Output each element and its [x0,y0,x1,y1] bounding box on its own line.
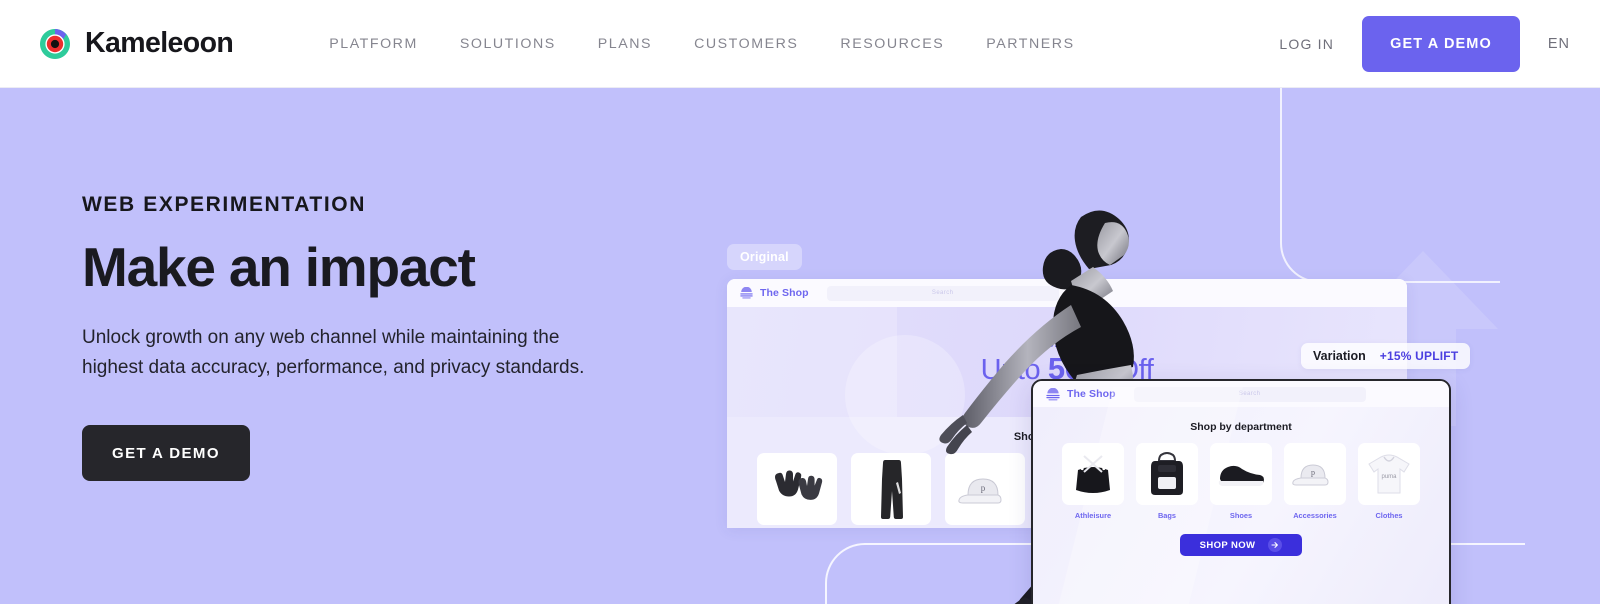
the-shop-logo: The Shop [739,287,809,299]
header-actions: LOG IN GET A DEMO EN [1279,15,1582,72]
hoodie-photo-icon: puma [1358,443,1420,505]
curved-line-decoration-top [1280,88,1500,283]
sneaker-photo-icon [1210,443,1272,505]
variation-mockup: The Shop Search Shop by department Athle… [1031,379,1451,604]
variation-product-row: Athleisure Bags Shoes p Accessories puma… [1033,443,1449,520]
nav-item-resources[interactable]: RESOURCES [840,36,944,52]
gym-gloves-photo-icon [757,453,837,525]
the-shop-name-variation: The Shop [1067,388,1116,400]
product-label: Accessories [1293,511,1337,520]
nav-item-plans[interactable]: PLANS [598,36,652,52]
hero-copy: WEB EXPERIMENTATION Make an impact Unloc… [82,193,682,482]
the-shop-name-original: The Shop [760,287,809,299]
product-card[interactable]: Athleisure [1062,443,1124,520]
kameleoon-target-logo-icon [36,25,74,63]
product-card[interactable]: Shoes [1210,443,1272,520]
shop-now-label: SHOP NOW [1199,539,1256,551]
variation-badge: Variation +15% UPLIFT [1301,343,1471,369]
product-card[interactable]: Athleisure [851,453,931,528]
arrow-right-icon [1268,538,1283,552]
cap-photo-icon: p [1284,443,1346,505]
product-card[interactable]: p Accessories [1284,443,1346,520]
product-label: Shoes [1229,511,1253,520]
hero-eyebrow: WEB EXPERIMENTATION [82,193,366,216]
original-badge: Original [727,244,802,270]
variation-body: Shop by department Athleisure Bags Shoes… [1033,407,1449,604]
svg-text:puma: puma [1381,474,1397,480]
product-card[interactable]: puma Clothes [1358,443,1420,520]
nav-item-platform[interactable]: PLATFORM [329,36,418,52]
product-label: Bags [1157,511,1177,520]
login-link[interactable]: LOG IN [1279,36,1334,52]
page-title: Make an impact [82,236,476,298]
get-a-demo-button-header[interactable]: GET A DEMO [1362,15,1520,72]
hero-section: WEB EXPERIMENTATION Make an impact Unloc… [0,88,1600,604]
mockup-topbar-original: The Shop Search [727,279,1407,307]
leggings-photo-icon [851,453,931,525]
hero-subtitle: Unlock growth on any web channel while m… [82,327,585,379]
product-card[interactable]: Gym equipment [757,453,837,528]
department-title-variation: Shop by department [1190,421,1292,433]
product-card[interactable]: p Accessories [945,453,1025,528]
sales-label-original: SALES [1046,337,1088,350]
uplift-status-badge: +15% UPLIFT [1379,349,1459,363]
variation-label: Variation [1313,349,1366,363]
get-a-demo-button-hero[interactable]: GET A DEMO [82,425,250,482]
shop-now-button[interactable]: SHOP NOW [1180,534,1302,556]
backpack-photo-icon [1136,443,1198,505]
product-label: Athleisure [1074,511,1112,520]
nav-item-partners[interactable]: PARTNERS [986,36,1074,52]
product-card[interactable]: Bags [1136,443,1198,520]
search-placeholder-original: Search [931,290,954,296]
logo-wordmark: Kameleoon [85,27,234,59]
main-navigation: PLATFORM SOLUTIONS PLANS CUSTOMERS RESOU… [329,36,1074,52]
svg-text:p: p [1311,468,1315,477]
sports-bra-photo-icon [1062,443,1124,505]
cap-photo-icon: p [945,453,1025,525]
svg-text:p: p [981,483,986,493]
language-switcher[interactable]: EN [1548,36,1570,52]
site-header: Kameleoon PLATFORM SOLUTIONS PLANS CUSTO… [0,0,1600,88]
search-placeholder-variation: Search [1238,391,1261,397]
the-shop-logo: The Shop [1045,387,1116,401]
nav-item-customers[interactable]: CUSTOMERS [694,36,798,52]
nav-item-solutions[interactable]: SOLUTIONS [460,36,556,52]
search-input-original[interactable]: Search [826,285,1059,301]
logo[interactable]: Kameleoon [36,25,234,63]
product-label: Clothes [1375,511,1403,520]
